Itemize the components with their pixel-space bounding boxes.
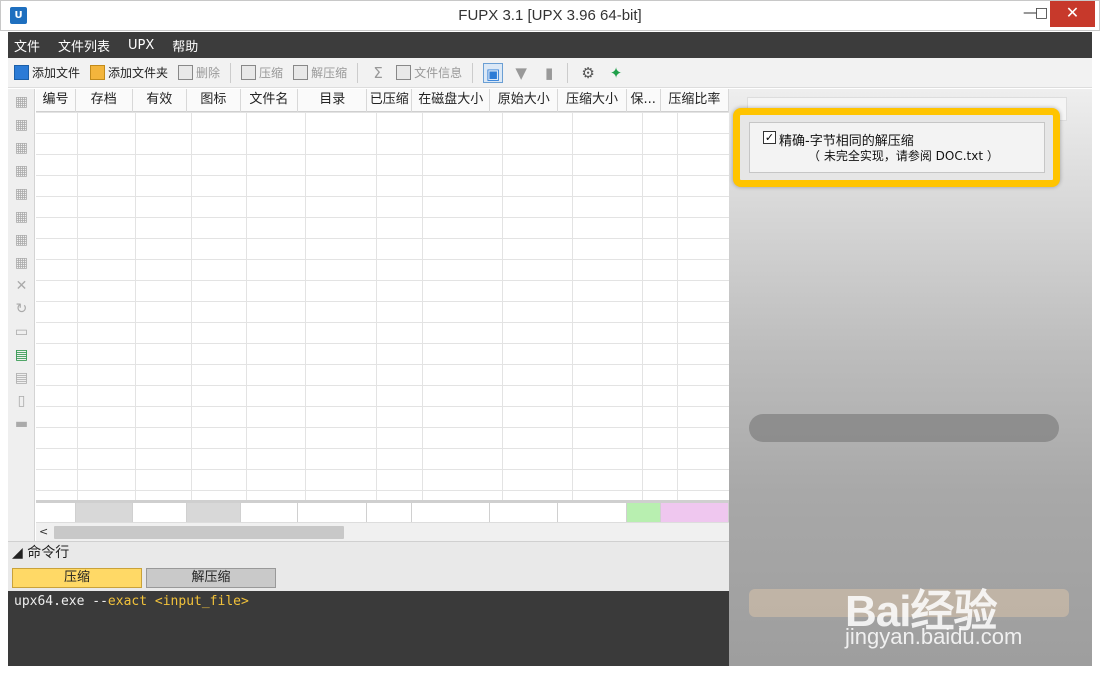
baidu-watermark-url: jingyan.baidu.com bbox=[845, 624, 1023, 649]
menu-bar: 文件 文件列表 UPX 帮助 bbox=[8, 32, 1092, 58]
grid-header: 编号 存档 有效 图标 文件名 目录 已压缩 在磁盘大小 原始大小 压缩大小 保… bbox=[36, 89, 729, 112]
command-view-icon[interactable]: ▣ bbox=[483, 62, 504, 83]
pin-icon[interactable]: ✦ bbox=[606, 63, 626, 83]
decompress-label: 解压缩 bbox=[311, 66, 348, 80]
select-unpacked-icon[interactable]: ▦ bbox=[13, 186, 30, 203]
maximize-button[interactable]: □ bbox=[1033, 1, 1050, 27]
command-line-header[interactable]: ◢ 命令行 bbox=[8, 541, 729, 565]
menu-file[interactable]: 文件 bbox=[14, 36, 40, 55]
column-header-valid[interactable]: 有效 bbox=[133, 89, 188, 112]
toolbar-divider bbox=[230, 62, 232, 83]
footer-cell bbox=[36, 503, 76, 522]
folder-icon[interactable]: ▬ bbox=[13, 416, 30, 433]
select-invert-icon[interactable]: ▦ bbox=[13, 140, 30, 157]
compress-button[interactable]: 压缩 bbox=[241, 64, 283, 81]
refresh-icon[interactable]: ↻ bbox=[13, 301, 30, 318]
window-title: FUPX 3.1 [UPX 3.96 64-bit] bbox=[458, 7, 642, 24]
footer-cell bbox=[412, 503, 491, 522]
grid-footer bbox=[36, 500, 729, 522]
delete-label: 删除 bbox=[196, 66, 221, 80]
command-console[interactable]: upx64.exe --exact <input_file> bbox=[8, 591, 729, 666]
column-header-disk-size[interactable]: 在磁盘大小 bbox=[412, 89, 491, 112]
import-list-icon[interactable]: ▤ bbox=[13, 347, 30, 364]
compress-label: 压缩 bbox=[259, 66, 284, 80]
exact-decompress-note: （ 未完全实现，请参阅 DOC.txt ） bbox=[808, 149, 999, 163]
file-info-icon bbox=[396, 65, 412, 80]
gear-icon[interactable]: ⚙ bbox=[578, 63, 598, 83]
select-packed-icon[interactable]: ▦ bbox=[13, 163, 30, 180]
column-header-keep[interactable]: 保... bbox=[627, 89, 661, 112]
exact-decompress-checkbox[interactable]: ✓ bbox=[763, 131, 776, 144]
delete-icon bbox=[178, 65, 194, 80]
command-tabs: 压缩 解压缩 bbox=[8, 565, 729, 591]
select-valid-icon[interactable]: ▦ bbox=[13, 209, 30, 226]
horizontal-scrollbar[interactable]: < bbox=[36, 522, 729, 541]
column-header-original-size[interactable]: 原始大小 bbox=[490, 89, 559, 112]
footer-cell bbox=[75, 503, 133, 522]
command-argument: <input_file> bbox=[154, 594, 249, 609]
menu-file-list[interactable]: 文件列表 bbox=[58, 36, 110, 55]
footer-cell bbox=[132, 503, 188, 522]
column-header-filename[interactable]: 文件名 bbox=[241, 89, 299, 112]
toolbar: 添加文件 添加文件夹 删除 压缩 解压缩 Σ 文件信息 ▣ ▼ ▮ ⚙ ✦ bbox=[8, 58, 1092, 88]
toolbar-divider bbox=[472, 62, 474, 83]
add-file-label: 添加文件 bbox=[32, 66, 81, 80]
scroll-thumb[interactable] bbox=[54, 526, 344, 539]
export-list-icon[interactable]: ▤ bbox=[13, 370, 30, 387]
toolbar-divider bbox=[567, 62, 569, 83]
select-all-icon[interactable]: ▦ bbox=[13, 94, 30, 111]
add-file-icon bbox=[14, 65, 29, 80]
toolbar-divider bbox=[357, 62, 359, 83]
close-button[interactable]: ✕ bbox=[1050, 1, 1095, 27]
footer-cell bbox=[660, 503, 729, 522]
menu-help[interactable]: 帮助 bbox=[172, 36, 198, 55]
file-properties-icon[interactable]: ▯ bbox=[13, 393, 30, 410]
select-invalid-icon[interactable]: ▦ bbox=[13, 232, 30, 249]
footer-cell bbox=[298, 503, 368, 522]
scroll-left-arrow[interactable]: < bbox=[39, 525, 48, 538]
add-folder-label: 添加文件夹 bbox=[108, 66, 169, 80]
file-info-button[interactable]: 文件信息 bbox=[396, 64, 462, 81]
column-header-ratio[interactable]: 压缩比率 bbox=[661, 89, 729, 112]
column-header-icon[interactable]: 图标 bbox=[187, 89, 241, 112]
remove-icon[interactable]: ✕ bbox=[13, 278, 30, 295]
command-prefix: upx64.exe -- bbox=[14, 594, 108, 609]
footer-cell bbox=[187, 503, 241, 522]
select-grid-icon[interactable]: ▦ bbox=[13, 255, 30, 272]
filter-icon[interactable]: ▼ bbox=[511, 63, 531, 83]
decompress-icon bbox=[293, 65, 309, 80]
footer-cell bbox=[626, 503, 661, 522]
tab-compress[interactable]: 压缩 bbox=[12, 568, 142, 588]
select-none-icon[interactable]: ▦ bbox=[13, 117, 30, 134]
column-header-archive[interactable]: 存档 bbox=[76, 89, 133, 112]
menu-upx[interactable]: UPX bbox=[128, 38, 154, 53]
grid-body[interactable] bbox=[36, 112, 729, 500]
sum-icon[interactable]: Σ bbox=[368, 63, 388, 83]
column-header-compressed[interactable]: 已压缩 bbox=[367, 89, 413, 112]
footer-cell bbox=[240, 503, 299, 522]
decompress-button[interactable]: 解压缩 bbox=[293, 64, 347, 81]
file-grid: 编号 存档 有效 图标 文件名 目录 已压缩 在磁盘大小 原始大小 压缩大小 保… bbox=[36, 89, 729, 522]
tab-decompress[interactable]: 解压缩 bbox=[146, 568, 276, 588]
column-header-directory[interactable]: 目录 bbox=[298, 89, 368, 112]
blurred-band bbox=[749, 414, 1059, 442]
delete-button[interactable]: 删除 bbox=[178, 64, 220, 81]
command-line-title: 命令行 bbox=[27, 545, 70, 561]
add-folder-icon bbox=[90, 65, 106, 80]
column-header-number[interactable]: 编号 bbox=[36, 89, 76, 112]
footer-cell bbox=[558, 503, 627, 522]
footer-cell bbox=[490, 503, 559, 522]
sidebar: ▦ ▦ ▦ ▦ ▦ ▦ ▦ ▦ ✕ ↻ ▭ ▤ ▤ ▯ ▬ bbox=[8, 89, 35, 541]
compress-icon bbox=[241, 65, 257, 80]
number-icon[interactable]: ▭ bbox=[13, 324, 30, 341]
footer-cell bbox=[367, 503, 413, 522]
column-header-compressed-size[interactable]: 压缩大小 bbox=[558, 89, 627, 112]
command-flag: exact bbox=[107, 594, 148, 609]
add-file-button[interactable]: 添加文件 bbox=[14, 64, 80, 81]
chart-icon[interactable]: ▮ bbox=[539, 63, 559, 83]
title-bar: U FUPX 3.1 [UPX 3.96 64-bit] — □ ✕ bbox=[0, 0, 1100, 31]
file-info-label: 文件信息 bbox=[414, 66, 463, 80]
add-folder-button[interactable]: 添加文件夹 bbox=[90, 64, 168, 81]
